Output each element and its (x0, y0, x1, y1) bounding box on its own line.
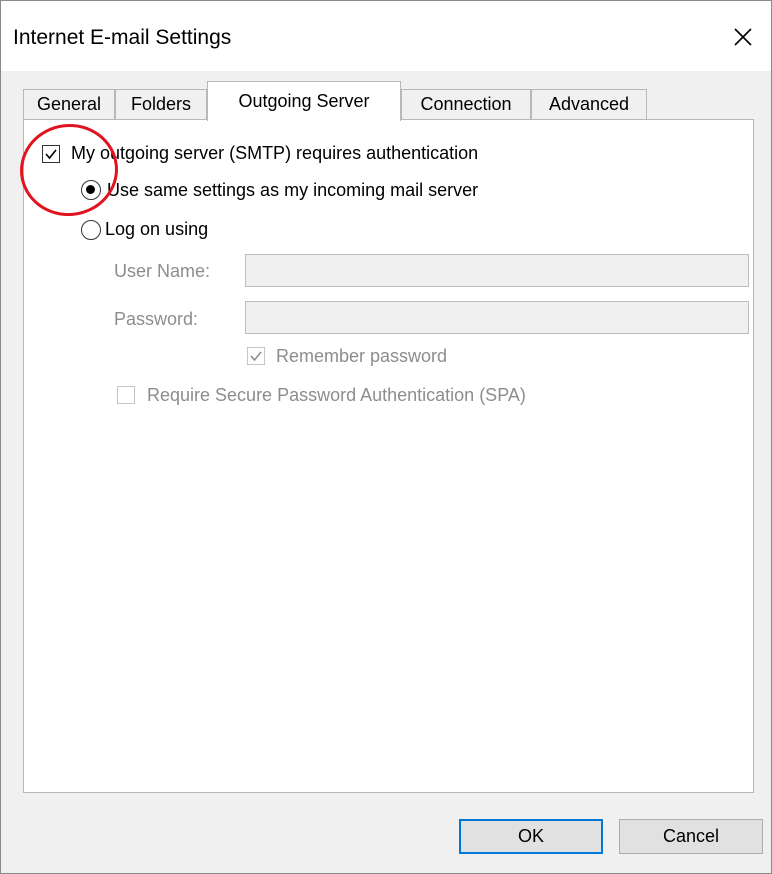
password-label: Password: (114, 309, 199, 329)
spa-checkbox[interactable] (117, 386, 135, 404)
tab-outgoing-server[interactable]: Outgoing Server (207, 81, 401, 121)
log-on-using-label[interactable]: Log on using (105, 219, 208, 240)
smtp-auth-label[interactable]: My outgoing server (SMTP) requires authe… (71, 143, 478, 164)
tab-advanced[interactable]: Advanced (531, 89, 647, 119)
user-name-field[interactable] (245, 254, 749, 287)
checkmark-icon (250, 351, 262, 362)
remember-password-label[interactable]: Remember password (276, 346, 447, 367)
tab-connection[interactable]: Connection (401, 89, 531, 119)
checkmark-icon (45, 149, 57, 160)
title-bar[interactable]: Internet E-mail Settings (1, 1, 771, 71)
radio-selected-dot (86, 185, 95, 194)
smtp-auth-checkbox[interactable] (42, 145, 60, 163)
use-same-settings-label[interactable]: Use same settings as my incoming mail se… (107, 180, 478, 201)
cancel-button[interactable]: Cancel (619, 819, 763, 854)
use-same-settings-radio[interactable] (81, 180, 101, 200)
tab-folders[interactable]: Folders (115, 89, 207, 119)
dialog-title: Internet E-mail Settings (13, 26, 232, 49)
remember-password-checkbox[interactable] (247, 347, 265, 365)
user-name-label: User Name: (114, 261, 211, 281)
ok-button[interactable]: OK (459, 819, 603, 854)
spa-label[interactable]: Require Secure Password Authentication (… (147, 385, 526, 406)
password-field[interactable] (245, 301, 749, 334)
tab-general[interactable]: General (23, 89, 115, 119)
internet-email-settings-dialog: Internet E-mail Settings General Folders… (0, 0, 772, 874)
close-button[interactable] (721, 17, 765, 57)
close-icon (734, 28, 752, 46)
log-on-using-radio[interactable] (81, 220, 101, 240)
